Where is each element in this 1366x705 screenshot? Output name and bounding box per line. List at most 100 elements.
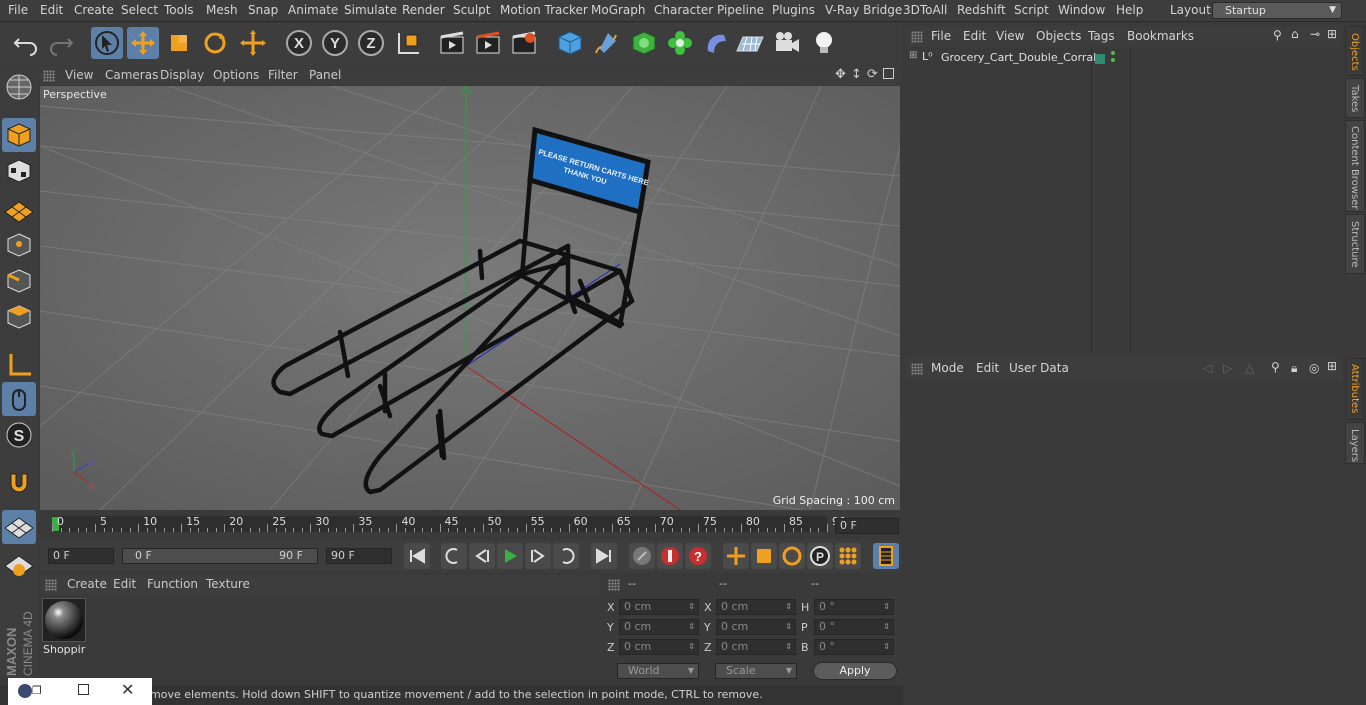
next-frame-button[interactable] [525,543,551,569]
menu-animate[interactable]: Animate [288,3,338,17]
snap-button[interactable]: S [2,418,36,452]
transform-tool-button[interactable] [237,27,269,59]
object-menu-view[interactable]: View [996,29,1024,43]
material-menu-edit[interactable]: Edit [113,577,136,591]
edges-mode-button[interactable] [2,264,36,298]
object-menu-bookmarks[interactable]: Bookmarks [1127,29,1194,43]
key-parameter-button[interactable]: P [807,543,833,569]
live-selection-button[interactable] [91,27,123,59]
menu-redshift[interactable]: Redshift [957,3,1006,17]
texture-mode-button[interactable] [2,154,36,188]
stepper-arrows-icon[interactable]: ⇕ [688,640,695,654]
object-menu-objects[interactable]: Objects [1036,29,1081,43]
go-to-start-button[interactable] [404,543,430,569]
next-key-button[interactable] [553,543,579,569]
object-row[interactable]: ⊞ L⁰ Grocery_Cart_Double_Corral [905,49,1342,67]
current-frame-field[interactable]: 0 F [835,518,899,534]
viewport-zoom-icon[interactable]: ↕ [851,67,862,82]
material-swatch[interactable] [42,598,86,642]
coord-value-field[interactable]: 0 cm ⇕ [716,639,796,655]
restore-icon[interactable]: ❐ [32,684,42,697]
tab-content-browser[interactable]: Content Browser [1345,120,1365,212]
attribute-menu-mode[interactable]: Mode [931,361,964,375]
expand-icon[interactable]: ⊞ [909,50,917,61]
menu-vray-bridge[interactable]: V-Ray Bridge [825,3,902,17]
end-frame-field[interactable]: 90 F [326,548,392,564]
planar-workplane-button[interactable] [2,548,36,582]
search-icon[interactable]: ⚲ [1271,360,1280,374]
forward-arrow-icon[interactable]: ▷ [1223,361,1232,375]
menu-file[interactable]: File [8,3,28,17]
stepper-arrows-icon[interactable]: ⇕ [785,640,792,654]
camera-button[interactable] [771,27,803,59]
coord-value-field[interactable]: 0 cm ⇕ [716,599,796,615]
object-menu-tags[interactable]: Tags [1088,29,1115,43]
axis-mode-button[interactable] [2,348,36,382]
menu-plugins[interactable]: Plugins [772,3,815,17]
axis-x-button[interactable]: X [283,27,315,59]
viewport-menu-cameras[interactable]: Cameras [105,68,158,82]
rotate-tool-button[interactable] [199,27,231,59]
stepper-arrows-icon[interactable]: ⇕ [688,620,695,634]
material-name[interactable]: Shoppir [43,643,85,656]
floor-button[interactable] [734,27,766,59]
tweak-mode-button[interactable] [2,382,36,416]
menu-pipeline[interactable]: Pipeline [717,3,764,17]
coord-value-field[interactable]: 0 cm ⇕ [716,619,796,635]
tab-structure[interactable]: Structure [1345,214,1365,274]
stepper-arrows-icon[interactable]: ⇕ [785,600,792,614]
menu-render[interactable]: Render [402,3,445,17]
coord-value-field[interactable]: 0 ° ⇕ [814,619,894,635]
viewport-menu-display[interactable]: Display [160,68,204,82]
home-icon[interactable]: ⌂ [1291,27,1299,41]
menu-motion-tracker[interactable]: Motion Tracker [500,3,588,17]
render-to-picture-viewer-button[interactable] [472,27,504,59]
close-icon[interactable]: ✕ [121,680,134,699]
record-keys-button[interactable] [629,543,655,569]
axis-y-button[interactable]: Y [319,27,351,59]
stepper-arrows-icon[interactable]: ⇕ [883,600,890,614]
tab-layers[interactable]: Layers [1345,422,1365,464]
size-mode-select[interactable]: Scale ▼ [715,663,797,679]
stepper-arrows-icon[interactable]: ⇕ [688,600,695,614]
undo-button[interactable] [10,27,42,59]
layer-color-icon[interactable] [1095,54,1105,64]
render-settings-button[interactable] [508,27,540,59]
workplane-button[interactable] [2,190,36,224]
viewport-menu-filter[interactable]: Filter [268,68,298,82]
stepper-arrows-icon[interactable]: ⇕ [883,620,890,634]
start-frame-field[interactable]: 0 F [48,548,114,564]
menu-create[interactable]: Create [74,3,114,17]
object-menu-file[interactable]: File [931,29,951,43]
object-name[interactable]: Grocery_Cart_Double_Corral [941,51,1096,64]
stepper-arrows-icon[interactable]: ⇕ [785,620,792,634]
timeline-ruler[interactable]: 051015202530354045505560657075808590 0 F [40,512,902,536]
menu-mesh[interactable]: Mesh [206,3,238,17]
cloner-button[interactable] [664,27,696,59]
polygons-mode-button[interactable] [2,300,36,334]
viewport-rotate-icon[interactable]: ⟳ [867,67,878,82]
menu-snap[interactable]: Snap [248,3,278,17]
tab-attributes[interactable]: Attributes [1345,358,1365,420]
up-arrow-icon[interactable]: △ [1245,361,1254,375]
light-button[interactable] [808,27,840,59]
render-visibility-dot[interactable] [1111,58,1115,62]
viewport-move-icon[interactable]: ✥ [835,67,846,82]
material-menu-function[interactable]: Function [147,577,198,591]
collapse-icon[interactable]: ⊸ [1310,27,1320,41]
object-menu-edit[interactable]: Edit [963,29,986,43]
coord-value-field[interactable]: 0 cm ⇕ [619,599,699,615]
coord-value-field[interactable]: 0 ° ⇕ [814,639,894,655]
menu-script[interactable]: Script [1014,3,1049,17]
maximize-icon[interactable] [78,684,89,695]
coord-value-field[interactable]: 0 cm ⇕ [619,619,699,635]
search-icon[interactable]: ⚲ [1273,28,1282,42]
timeline-window-button[interactable] [873,543,899,569]
scale-tool-button[interactable] [163,27,195,59]
subdivision-surface-button[interactable] [628,27,660,59]
apply-button[interactable]: Apply [813,662,897,680]
go-to-end-button[interactable] [591,543,617,569]
menu-edit[interactable]: Edit [40,3,63,17]
deformer-button[interactable] [700,27,732,59]
previous-key-button[interactable] [441,543,467,569]
